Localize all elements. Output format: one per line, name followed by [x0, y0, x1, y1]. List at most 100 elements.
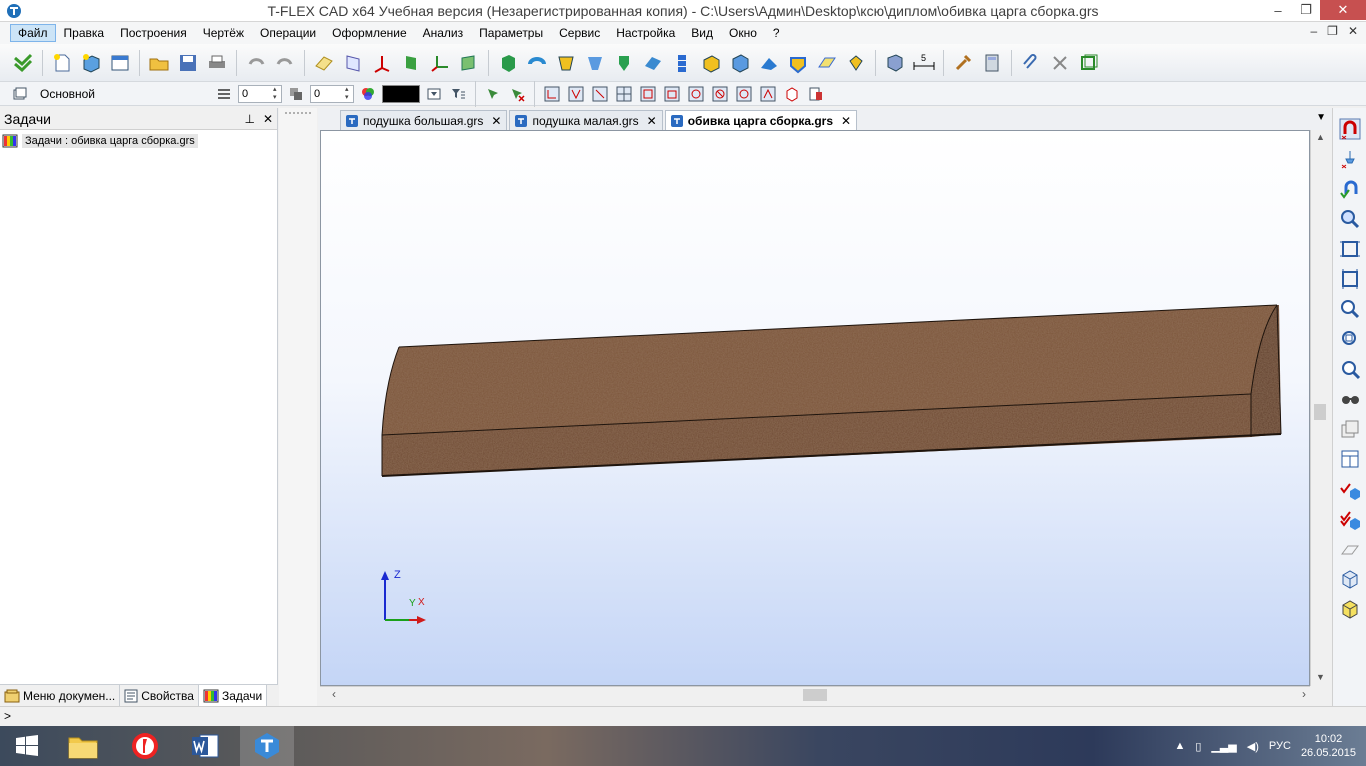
- section-icon[interactable]: [882, 50, 908, 76]
- scroll-up-icon[interactable]: ▲: [1316, 132, 1325, 142]
- tab-list-dropdown-icon[interactable]: ▼: [1316, 112, 1326, 123]
- tab-document-menu[interactable]: Меню докумен...: [0, 685, 121, 706]
- menu-settings[interactable]: Настройка: [608, 24, 683, 42]
- zoom-out-icon[interactable]: [1337, 356, 1363, 382]
- select-3d-icon[interactable]: [782, 84, 802, 104]
- current-color-swatch[interactable]: [382, 84, 420, 103]
- mdi-restore-icon[interactable]: ❐: [1327, 24, 1338, 38]
- scroll-left-icon[interactable]: ‹: [332, 687, 336, 701]
- menu-service[interactable]: Сервис: [551, 24, 608, 42]
- show-hidden-icons[interactable]: ▲: [1174, 740, 1185, 752]
- body-icon[interactable]: [843, 50, 869, 76]
- start-button[interactable]: [0, 726, 54, 766]
- select-faces-icon[interactable]: [638, 84, 658, 104]
- surface-icon[interactable]: [814, 50, 840, 76]
- calculator-icon[interactable]: [979, 50, 1005, 76]
- select-edges-icon[interactable]: [590, 84, 610, 104]
- double-check-icon[interactable]: [10, 50, 36, 76]
- volume-icon[interactable]: ◀): [1247, 740, 1259, 753]
- command-prompt[interactable]: >: [4, 709, 11, 723]
- tab-tasks[interactable]: Задачи: [198, 685, 268, 706]
- 3d-viewport[interactable]: Z Y X: [320, 130, 1310, 686]
- select-operations-icon[interactable]: [686, 84, 706, 104]
- cube-shaded-icon[interactable]: [1337, 596, 1363, 622]
- fit-all-icon[interactable]: [1337, 236, 1363, 262]
- vertical-scrollbar[interactable]: ▲ ▼: [1310, 130, 1328, 686]
- snap-pin-icon[interactable]: [1337, 146, 1363, 172]
- line-weight-stepper[interactable]: 0: [238, 84, 282, 103]
- sketch-icon[interactable]: [456, 50, 482, 76]
- boolean-icon[interactable]: [611, 50, 637, 76]
- deselect-filter-icon[interactable]: [507, 84, 527, 104]
- glasses-icon[interactable]: [1337, 386, 1363, 412]
- select-grid-icon[interactable]: [614, 84, 634, 104]
- select-filter-icon[interactable]: [483, 84, 503, 104]
- language-indicator[interactable]: РУС: [1269, 740, 1291, 752]
- doc-tab-cushion-small[interactable]: подушка малая.grs ✕: [509, 110, 663, 130]
- mdi-close-icon[interactable]: ✕: [1348, 24, 1358, 38]
- select-special-icon[interactable]: [806, 84, 826, 104]
- double-check-cube-icon[interactable]: [1337, 506, 1363, 532]
- menu-file[interactable]: Файл: [10, 24, 56, 42]
- save-icon[interactable]: [175, 50, 201, 76]
- extrude-icon[interactable]: [495, 50, 521, 76]
- menu-help[interactable]: ?: [765, 24, 788, 42]
- panel-splitter[interactable]: [279, 108, 317, 706]
- check-cube-icon[interactable]: [1337, 476, 1363, 502]
- mdi-minimize-icon[interactable]: ‒: [1310, 24, 1317, 38]
- redo-icon[interactable]: [272, 50, 298, 76]
- select-lines-icon[interactable]: [566, 84, 586, 104]
- constraint-icon[interactable]: [1047, 50, 1073, 76]
- rotate-icon[interactable]: [524, 50, 550, 76]
- workplane-view-icon[interactable]: [1337, 536, 1363, 562]
- doc-tab-cushion-large[interactable]: подушка большая.grs ✕: [340, 110, 508, 130]
- cut-icon[interactable]: [785, 50, 811, 76]
- tools-icon[interactable]: [950, 50, 976, 76]
- color-palette-icon[interactable]: [358, 84, 378, 104]
- zoom-extent-icon[interactable]: [1337, 266, 1363, 292]
- dimension-icon[interactable]: 5: [911, 50, 937, 76]
- horizontal-scrollbar[interactable]: ‹ ›: [320, 686, 1310, 702]
- taskbar-tflex-cad[interactable]: [240, 726, 294, 766]
- filter-icon[interactable]: [424, 84, 444, 104]
- copy-pages-icon[interactable]: [1337, 416, 1363, 442]
- taskbar-explorer[interactable]: [56, 726, 110, 766]
- view-plane-icon[interactable]: [340, 50, 366, 76]
- doc-tab-close-icon[interactable]: ✕: [841, 114, 851, 128]
- taskbar-word[interactable]: [178, 726, 232, 766]
- smooth-icon[interactable]: [640, 50, 666, 76]
- horizontal-scroll-thumb[interactable]: [803, 689, 827, 701]
- menu-drawing[interactable]: Чертёж: [195, 24, 252, 42]
- signal-icon[interactable]: ▁▃▅: [1211, 740, 1236, 753]
- minimize-button[interactable]: ‒: [1264, 0, 1292, 20]
- zoom-window-icon[interactable]: [1337, 206, 1363, 232]
- battery-icon[interactable]: ▯: [1195, 740, 1201, 753]
- select-nodes-icon[interactable]: [542, 84, 562, 104]
- workplane-icon[interactable]: [311, 50, 337, 76]
- snap-magnet-icon[interactable]: [1337, 116, 1363, 142]
- cube-wireframe-icon[interactable]: [1337, 566, 1363, 592]
- restore-button[interactable]: ❐: [1292, 0, 1320, 20]
- scroll-right-icon[interactable]: ›: [1302, 687, 1306, 701]
- app-window-icon[interactable]: [107, 50, 133, 76]
- select-bodies-icon[interactable]: [662, 84, 682, 104]
- attach-icon[interactable]: [1018, 50, 1044, 76]
- select-all-icon[interactable]: [758, 84, 778, 104]
- 3d-profile-icon[interactable]: [398, 50, 424, 76]
- select-components-icon[interactable]: [734, 84, 754, 104]
- task-tree-item[interactable]: Задачи : обивка царга сборка.grs: [2, 133, 277, 149]
- chamfer-icon[interactable]: [698, 50, 724, 76]
- zoom-previous-icon[interactable]: [1337, 326, 1363, 352]
- menu-window[interactable]: Окно: [721, 24, 765, 42]
- current-layer-label[interactable]: Основной: [40, 87, 210, 101]
- close-button[interactable]: ✕: [1320, 0, 1366, 20]
- priority-stepper[interactable]: 0: [310, 84, 354, 103]
- taskbar-yandex-browser[interactable]: [118, 726, 172, 766]
- menu-formatting[interactable]: Оформление: [324, 24, 414, 42]
- line-weight-icon[interactable]: [214, 84, 234, 104]
- sweep-icon[interactable]: [582, 50, 608, 76]
- new-3d-model-icon[interactable]: [78, 50, 104, 76]
- undo-icon[interactable]: [243, 50, 269, 76]
- table-window-icon[interactable]: [1337, 446, 1363, 472]
- menu-analysis[interactable]: Анализ: [415, 24, 472, 42]
